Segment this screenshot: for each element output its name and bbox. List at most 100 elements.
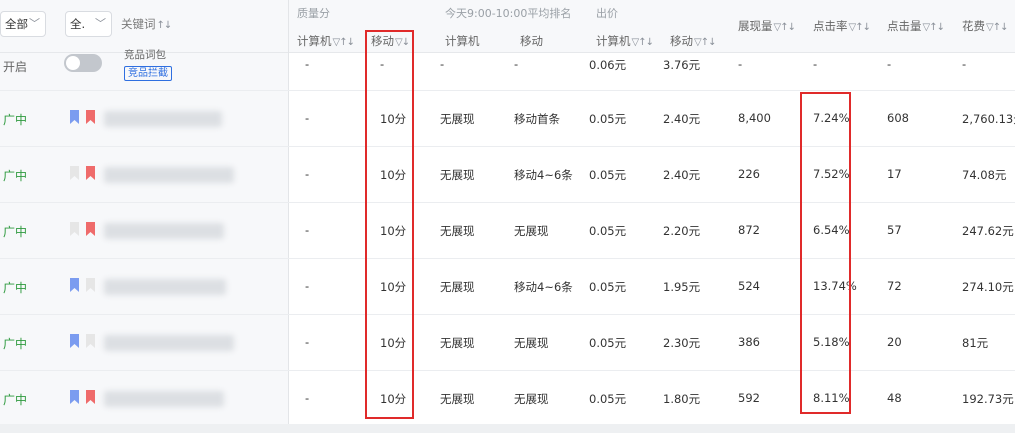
keyword-header-label: 关键词 xyxy=(121,17,156,31)
bid-pc[interactable]: 0.05元 xyxy=(589,111,626,127)
enable-toggle[interactable] xyxy=(64,54,102,72)
bid-mobile[interactable]: 2.40元 xyxy=(663,111,700,127)
rank-mobile: 无展现 xyxy=(514,392,549,406)
sort-icon[interactable]: ▽↑↓ xyxy=(333,37,355,48)
bid-pc[interactable]: 0.06元 xyxy=(589,57,626,73)
clicks: - xyxy=(887,57,892,71)
cost: 2,760.13元 xyxy=(962,112,1015,126)
col-label: 计算机 xyxy=(596,34,631,48)
sort-icon[interactable]: ↑↓ xyxy=(157,20,173,31)
status-text: 广中 xyxy=(3,113,28,127)
rank-pc: 无展现 xyxy=(440,224,475,238)
clicks: 48 xyxy=(887,391,902,405)
keyword-text-redacted[interactable] xyxy=(104,223,224,239)
cost: 247.62元 xyxy=(962,224,1014,238)
clicks: 17 xyxy=(887,167,902,181)
status-text: 广中 xyxy=(3,225,28,239)
sort-icon[interactable]: ▽↑↓ xyxy=(923,22,945,33)
sort-icon[interactable]: ▽↑↓ xyxy=(632,37,654,48)
bid-mobile[interactable]: 2.30元 xyxy=(663,335,700,351)
bookmark-icon[interactable] xyxy=(70,334,79,348)
bid-mobile[interactable]: 2.20元 xyxy=(663,223,700,239)
bid-pc[interactable]: 0.05元 xyxy=(589,167,626,183)
keyword-text-redacted[interactable] xyxy=(104,335,234,351)
bookmark-icon[interactable] xyxy=(86,166,95,180)
scope-select[interactable]: 全部 ﹀ xyxy=(0,11,46,37)
bookmark-icon[interactable] xyxy=(86,278,95,292)
rank-pc: 无展现 xyxy=(440,168,475,182)
bid-mobile[interactable]: 1.95元 xyxy=(663,279,700,295)
bookmark-icon[interactable] xyxy=(70,222,79,236)
keyword-package-name[interactable]: 竞品词包 xyxy=(124,47,166,62)
rank-pc: 无展现 xyxy=(440,392,475,406)
col-bid-pc[interactable]: 计算机▽↑↓ xyxy=(596,33,654,49)
keyword-text-redacted[interactable] xyxy=(104,167,234,183)
rank-pc: - xyxy=(440,57,445,71)
bookmark-icon[interactable] xyxy=(70,110,79,124)
rank-mobile: 无展现 xyxy=(514,336,549,350)
bookmark-icon[interactable] xyxy=(70,390,79,404)
highlight-box-mobile-quality xyxy=(365,30,414,419)
table-row: 广中 -10分 无展现 无展现 0.05元 1.80元 592 8.11% 48 192.73元 xyxy=(0,371,1015,427)
col-cost[interactable]: 花费▽↑↓ xyxy=(962,18,1008,34)
horizontal-scrollbar[interactable] xyxy=(0,424,1015,433)
col-bid-mobile[interactable]: 移动▽↑↓ xyxy=(670,33,716,49)
rank-pc: 无展现 xyxy=(440,112,475,126)
table-row: 广中 -10分 无展现 移动4~6条 0.05元 1.95元 524 13.74% 72 274.… xyxy=(0,259,1015,315)
table-row: 广中 -10分 无展现 移动首条 0.05元 2.40元 8,400 7.24% 608 2,76… xyxy=(0,91,1015,147)
type-select[interactable]: 全. ﹀ xyxy=(65,11,112,37)
type-select-value: 全. xyxy=(70,17,86,31)
rank-mobile: 移动4~6条 xyxy=(514,168,573,182)
bookmark-icon[interactable] xyxy=(86,390,95,404)
quality-pc: - xyxy=(305,57,310,71)
col-rank-pc: 计算机 xyxy=(445,34,480,48)
cost: 274.10元 xyxy=(962,280,1014,294)
col-impressions[interactable]: 展现量▽↑↓ xyxy=(738,18,796,34)
bid-pc[interactable]: 0.05元 xyxy=(589,335,626,351)
col-label: 展现量 xyxy=(738,19,773,33)
keyword-text-redacted[interactable] xyxy=(104,111,222,127)
status-text: 广中 xyxy=(3,281,28,295)
sort-icon[interactable]: ▽↑↓ xyxy=(986,22,1008,33)
impressions: 8,400 xyxy=(738,111,771,125)
rank-pc: 无展现 xyxy=(440,280,475,294)
quality-pc: - xyxy=(305,223,310,237)
bid-pc[interactable]: 0.05元 xyxy=(589,391,626,407)
sort-icon[interactable]: ▽↑↓ xyxy=(774,22,796,33)
bookmark-icon[interactable] xyxy=(86,222,95,236)
quality-pc: - xyxy=(305,391,310,405)
chevron-down-icon: ﹀ xyxy=(95,17,106,30)
quality-pc: - xyxy=(305,111,310,125)
rank-pc: 无展现 xyxy=(440,336,475,350)
impressions: 592 xyxy=(738,391,760,405)
bid-mobile[interactable]: 2.40元 xyxy=(663,167,700,183)
scope-select-value: 全部 xyxy=(5,17,28,31)
sort-icon[interactable]: ▽↑↓ xyxy=(849,22,871,33)
col-clicks[interactable]: 点击量▽↑↓ xyxy=(887,18,945,34)
bookmark-icon[interactable] xyxy=(70,166,79,180)
col-rank-mobile: 移动 xyxy=(520,34,543,48)
sort-icon[interactable]: ▽↑↓ xyxy=(694,37,716,48)
cost: 192.73元 xyxy=(962,392,1014,406)
col-label: 花费 xyxy=(962,19,985,33)
col-quality-pc[interactable]: 计算机▽↑↓ xyxy=(297,33,355,49)
bid-mobile[interactable]: 1.80元 xyxy=(663,391,700,407)
col-label: 点击量 xyxy=(887,19,922,33)
group-quality: 质量分 xyxy=(297,7,330,20)
col-ctr[interactable]: 点击率▽↑↓ xyxy=(813,18,871,34)
keyword-column-header[interactable]: 关键词↑↓ xyxy=(121,16,173,32)
keyword-text-redacted[interactable] xyxy=(104,391,224,407)
bookmark-icon[interactable] xyxy=(86,334,95,348)
table-row-package: 开启 竞品词包 竞品拦截 - - - - 0.06元 3.76元 - - - - xyxy=(0,49,1015,91)
bid-mobile[interactable]: 3.76元 xyxy=(663,57,700,73)
competitor-tag: 竞品拦截 xyxy=(124,66,172,81)
keyword-text-redacted[interactable] xyxy=(104,279,226,295)
impressions: 524 xyxy=(738,279,760,293)
quality-pc: - xyxy=(305,167,310,181)
rank-mobile: 无展现 xyxy=(514,224,549,238)
bookmark-icon[interactable] xyxy=(86,110,95,124)
bid-pc[interactable]: 0.05元 xyxy=(589,223,626,239)
bid-pc[interactable]: 0.05元 xyxy=(589,279,626,295)
bookmark-icon[interactable] xyxy=(70,278,79,292)
clicks: 72 xyxy=(887,279,902,293)
